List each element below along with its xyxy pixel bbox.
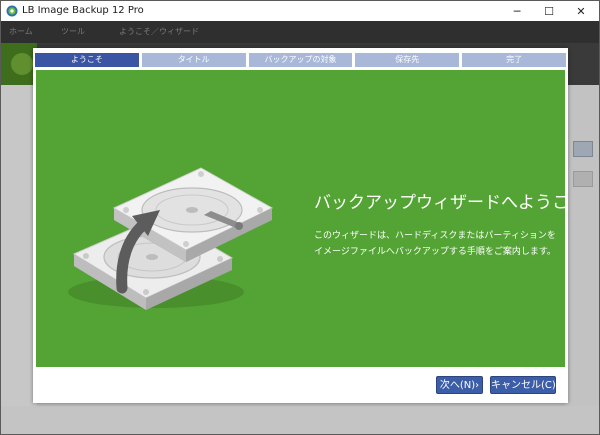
wizard-step-complete: 完了 <box>462 53 566 67</box>
wizard-step-backup-target: バックアップの対象 <box>248 53 353 67</box>
close-button[interactable]: ✕ <box>565 1 597 21</box>
minimize-button[interactable]: ─ <box>501 1 533 21</box>
background-tab-home: ホーム <box>9 27 33 36</box>
backup-wizard-dialog: ようこそ タイトル バックアップの対象 保存先 完了 バックアップウィザードへよ… <box>33 48 568 403</box>
background-logo <box>11 53 33 75</box>
hard-disk-backup-icon <box>68 167 274 310</box>
background-tab-welcome: ようこそ／ウィザード <box>119 27 199 36</box>
wizard-welcome-panel: バックアップウィザードへようこそ このウィザードは、ハードディスクまたはパーティ… <box>36 70 565 367</box>
background-right-panel <box>565 85 599 434</box>
background-sidebar <box>1 85 37 434</box>
background-right-button <box>573 141 593 157</box>
wizard-step-destination: 保存先 <box>355 53 460 67</box>
background-status-bar <box>1 406 599 434</box>
window-title: LB Image Backup 12 Pro <box>22 5 144 16</box>
wizard-step-title: タイトル <box>141 53 246 67</box>
maximize-button[interactable]: ☐ <box>533 1 565 21</box>
wizard-step-bar: ようこそ タイトル バックアップの対象 保存先 完了 <box>35 53 566 67</box>
next-button[interactable]: 次へ(N)› <box>436 376 483 394</box>
welcome-description: このウィザードは、ハードディスクまたはパーティションをイメージファイルへバックア… <box>314 231 556 257</box>
cancel-button[interactable]: キャンセル(C) <box>490 376 556 394</box>
welcome-heading: バックアップウィザードへようこそ <box>314 193 565 213</box>
background-tab-tools: ツール <box>61 27 85 36</box>
title-bar[interactable]: LB Image Backup 12 Pro ─ ☐ ✕ <box>1 1 599 21</box>
background-right-button-2 <box>573 171 593 187</box>
app-icon <box>6 5 18 17</box>
wizard-step-welcome: ようこそ <box>35 53 139 67</box>
background-toolbar: ホーム ツール ようこそ／ウィザード <box>1 21 599 43</box>
